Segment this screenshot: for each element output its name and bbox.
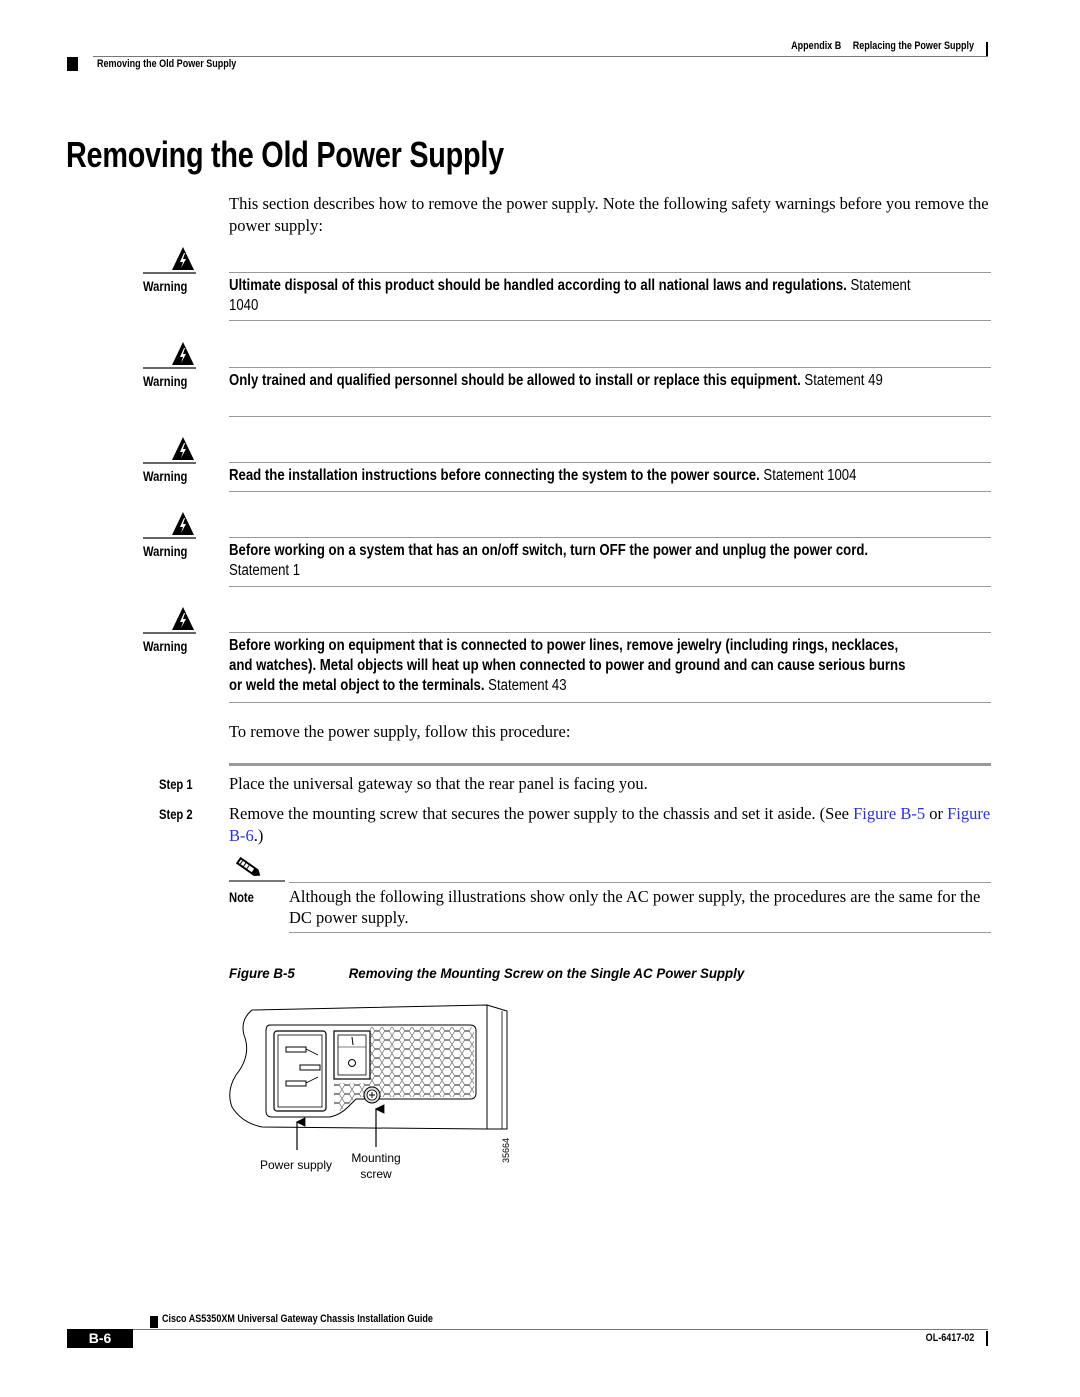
step-2-text-part: Remove the mounting screw that secures t…	[229, 804, 854, 823]
warning-icon-rule	[143, 272, 196, 274]
warning-bottom-rule	[229, 320, 991, 321]
warning-statement: Statement 1	[229, 562, 301, 579]
warning-statement: Statement 43	[488, 677, 567, 694]
warning-statement: Statement 1004	[763, 467, 857, 484]
note-top-rule	[289, 882, 991, 883]
warning-triangle-icon	[172, 437, 194, 460]
intro-paragraph: This section describes how to remove the…	[229, 194, 989, 235]
mounting-label-line1: Mounting	[351, 1151, 400, 1165]
running-header-section: Removing the Old Power Supply	[97, 58, 237, 70]
figure-b5-link[interactable]: Figure B-5	[853, 804, 925, 823]
footer-bar	[986, 1331, 988, 1346]
warning-bold-text: Ultimate disposal of this product should…	[229, 277, 847, 294]
header-square	[67, 57, 78, 71]
page-title: Removing the Old Power Supply	[66, 134, 504, 175]
power-supply-label: Power supply	[260, 1158, 332, 1172]
step-1-text: Place the universal gateway so that the …	[229, 774, 648, 793]
warning-label: Warning	[143, 638, 188, 654]
note-bottom-rule	[289, 932, 991, 933]
warning-label: Warning	[143, 373, 188, 389]
warning-bold-text: Before working on equipment that is conn…	[229, 637, 906, 694]
document-number: OL-6417-02	[925, 1332, 974, 1344]
warning-top-rule	[229, 632, 991, 633]
warning-text: Before working on a system that has an o…	[229, 541, 918, 581]
warning-triangle-icon	[172, 512, 194, 535]
warning-top-rule	[229, 537, 991, 538]
warning-icon-rule	[143, 537, 196, 539]
appendix-label: Appendix B	[791, 40, 842, 52]
step-2-text: Remove the mounting screw that secures t…	[229, 803, 999, 847]
warning-icon-rule	[143, 632, 196, 634]
warning-text: Ultimate disposal of this product should…	[229, 276, 918, 316]
warning-triangle-icon	[172, 247, 194, 270]
note-label: Note	[229, 889, 254, 905]
warning-text: Read the installation instructions befor…	[229, 466, 918, 486]
chapter-title: Replacing the Power Supply	[852, 40, 974, 52]
warning-top-rule	[229, 272, 991, 273]
warning-bottom-rule	[229, 491, 991, 492]
footer-guide-title: Cisco AS5350XM Universal Gateway Chassis…	[162, 1313, 433, 1325]
warning-label: Warning	[143, 468, 188, 484]
warning-top-rule	[229, 367, 991, 368]
warning-bottom-rule	[229, 416, 991, 417]
figure-number: Figure B-5	[229, 965, 295, 981]
warning-bold-text: Before working on a system that has an o…	[229, 542, 869, 559]
pencil-note-icon	[235, 856, 261, 877]
page-number: B-6	[67, 1329, 133, 1348]
warning-label: Warning	[143, 278, 188, 294]
step-2-text-part: .)	[253, 826, 264, 845]
footer-square	[150, 1316, 158, 1328]
warning-top-rule	[229, 462, 991, 463]
step-2-label: Step 2	[159, 806, 193, 822]
running-header-chapter: Appendix B Replacing the Power Supply	[780, 40, 974, 52]
warning-icon-rule	[143, 367, 196, 369]
warning-bold-text: Read the installation instructions befor…	[229, 467, 760, 484]
warning-label: Warning	[143, 543, 188, 559]
procedure-intro: To remove the power supply, follow this …	[229, 722, 571, 741]
chassis-side	[486, 1004, 508, 1130]
warning-icon-rule	[143, 462, 196, 464]
figure-caption: Figure B-5 Removing the Mounting Screw on…	[229, 965, 744, 981]
warning-bottom-rule	[229, 586, 991, 587]
footer-rule	[133, 1329, 988, 1330]
header-rule	[93, 56, 988, 57]
mounting-label-line2: screw	[360, 1167, 392, 1181]
note-icon-rule	[229, 880, 285, 882]
warning-text: Before working on equipment that is conn…	[229, 636, 918, 696]
warning-triangle-icon	[172, 607, 194, 630]
step-2-text-part: or	[925, 804, 948, 823]
warning-bottom-rule	[229, 702, 991, 703]
warning-statement: Statement 49	[804, 372, 883, 389]
header-bar	[986, 42, 988, 57]
warning-text: Only trained and qualified personnel sho…	[229, 371, 918, 391]
power-supply-illustration: Power supply Mounting screw 35664	[229, 1004, 511, 1181]
step-1-label: Step 1	[159, 776, 193, 792]
warning-triangle-icon	[172, 342, 194, 365]
figure-title: Removing the Mounting Screw on the Singl…	[348, 965, 745, 981]
art-id: 35664	[501, 1138, 511, 1163]
note-text: Although the following illustrations sho…	[289, 887, 981, 927]
procedure-rule	[229, 763, 991, 766]
warning-bold-text: Only trained and qualified personnel sho…	[229, 372, 801, 389]
